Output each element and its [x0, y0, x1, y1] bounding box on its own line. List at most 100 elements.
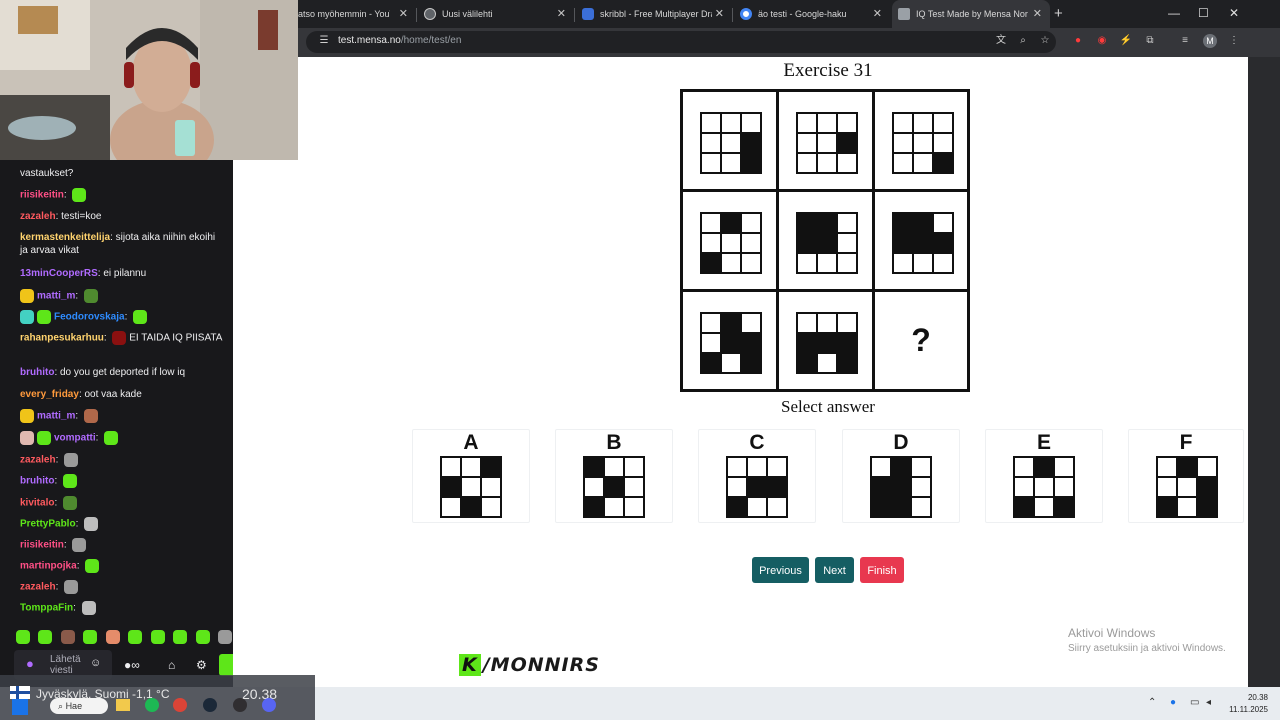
bookmark-star-icon[interactable]: ☆: [1038, 34, 1052, 48]
empty-square: [1015, 478, 1033, 496]
profile-avatar[interactable]: M: [1203, 34, 1217, 48]
emote-icon[interactable]: [16, 629, 30, 644]
browser-menu-icon[interactable]: ⋮: [1227, 34, 1241, 48]
close-tab-icon[interactable]: ✕: [715, 7, 724, 20]
extension-teal-icon[interactable]: ⚡: [1119, 34, 1133, 48]
close-tab-icon[interactable]: ✕: [873, 7, 882, 20]
close-window-icon[interactable]: ✕: [1229, 6, 1239, 20]
answer-option-a[interactable]: A: [412, 429, 530, 523]
tab-google-search[interactable]: äo testi - Google-haku ✕: [734, 0, 890, 28]
url-text[interactable]: test.mensa.no/home/test/en: [338, 35, 461, 46]
chat-username[interactable]: TomppaFin: [20, 603, 73, 614]
emote-icon[interactable]: [60, 629, 75, 644]
extension-red-icon[interactable]: ●: [1071, 34, 1085, 48]
empty-square: [912, 478, 930, 496]
obs-icon[interactable]: [233, 698, 247, 712]
answer-option-f[interactable]: F: [1128, 429, 1244, 523]
chat-username[interactable]: Feodorovskaja: [54, 312, 125, 323]
exercise-title: Exercise 31: [783, 60, 873, 81]
chat-username[interactable]: martinpojka: [20, 561, 77, 572]
windows-start-icon[interactable]: [12, 699, 28, 715]
network-icon[interactable]: ▭: [1190, 697, 1199, 708]
chat-message: riisikeitin:: [20, 188, 225, 202]
chrome-icon[interactable]: [173, 698, 187, 712]
empty-square: [722, 154, 740, 172]
microphone-icon[interactable]: ●: [1170, 697, 1176, 708]
chat-username[interactable]: zazaleh: [20, 211, 56, 222]
chat-message: Feodorovskaja:: [20, 310, 225, 324]
emote-icon[interactable]: [38, 629, 53, 644]
tab-skribbl[interactable]: skribbl - Free Multiplayer Drawing ✕: [576, 0, 732, 28]
frog-emote-icon: [104, 431, 119, 445]
discord-icon[interactable]: [262, 698, 276, 712]
chat-username[interactable]: zazaleh: [20, 455, 56, 466]
cat-emote-icon: [72, 538, 87, 552]
emote-icon[interactable]: [128, 629, 143, 644]
tab-youtube[interactable]: atso myöhemmin - YouTube ✕: [298, 0, 416, 28]
chat-username[interactable]: bruhito: [20, 367, 54, 378]
bits-icon[interactable]: ●∞: [124, 658, 140, 672]
chat-username[interactable]: every_friday: [20, 389, 79, 400]
emote-icon[interactable]: [150, 629, 165, 644]
next-button[interactable]: Next: [815, 557, 854, 583]
volume-icon[interactable]: ◂: [1206, 697, 1211, 708]
chat-send-button[interactable]: [219, 654, 233, 676]
spotify-icon[interactable]: [145, 698, 159, 712]
steam-icon[interactable]: [203, 698, 217, 712]
settings-gear-icon[interactable]: ⚙: [196, 658, 207, 672]
chat-username[interactable]: zazaleh: [20, 582, 56, 593]
tab-mensa-iq-test[interactable]: IQ Test Made by Mensa Norway ✕: [892, 0, 1050, 28]
mic-icon[interactable]: ●: [26, 656, 34, 671]
chat-username[interactable]: 13minCooperRS: [20, 268, 98, 279]
answer-option-b[interactable]: B: [555, 429, 673, 523]
chat-username[interactable]: matti_m: [37, 411, 75, 422]
chat-username[interactable]: vompatti: [54, 433, 96, 444]
answer-option-d[interactable]: D: [842, 429, 960, 523]
chat-username[interactable]: matti_m: [37, 291, 75, 302]
minimize-window-icon[interactable]: —: [1168, 6, 1180, 20]
chat-username[interactable]: kermastenkeittelija: [20, 232, 110, 243]
empty-square: [742, 314, 760, 332]
media-controls-icon[interactable]: ≡: [1178, 34, 1192, 48]
extensions-puzzle-icon[interactable]: ⧉: [1143, 34, 1157, 48]
translate-icon[interactable]: 文: [994, 34, 1008, 48]
taskbar-date[interactable]: 11.11.2025: [1214, 705, 1268, 714]
chat-username[interactable]: kivitalo: [20, 498, 54, 509]
maximize-window-icon[interactable]: ☐: [1198, 6, 1209, 20]
chat-username[interactable]: rahanpesukarhuu: [20, 333, 104, 344]
emote-icon[interactable]: [195, 629, 210, 644]
chat-username[interactable]: PrettyPablo: [20, 519, 76, 530]
close-tab-icon[interactable]: ✕: [1033, 7, 1042, 20]
empty-square: [798, 134, 816, 152]
close-tab-icon[interactable]: ✕: [399, 7, 408, 20]
site-info-icon[interactable]: ☰: [317, 34, 331, 48]
tray-chevron-up-icon[interactable]: ⌃: [1148, 697, 1156, 708]
chat-text: testi=koe: [61, 211, 102, 222]
emote-icon[interactable]: [83, 629, 98, 644]
extension-record-icon[interactable]: ◉: [1095, 34, 1109, 48]
globe-icon: [424, 8, 436, 20]
chat-username[interactable]: bruhito: [20, 476, 54, 487]
tab-title: atso myöhemmin - YouTube: [298, 9, 390, 19]
answer-option-e[interactable]: E: [985, 429, 1103, 523]
zoom-icon[interactable]: ⌕: [1016, 34, 1030, 48]
emote-icon[interactable]: [218, 629, 233, 644]
empty-square: [894, 114, 912, 132]
taskbar-search[interactable]: ⌕ Hae: [50, 698, 108, 714]
file-explorer-icon[interactable]: [116, 699, 130, 711]
taskbar-time[interactable]: 20.38: [1224, 693, 1268, 702]
close-tab-icon[interactable]: ✕: [557, 7, 566, 20]
emoji-icon[interactable]: ☺: [90, 657, 101, 669]
store-icon[interactable]: ⌂: [168, 658, 175, 672]
new-tab-plus-icon[interactable]: +: [1054, 5, 1063, 22]
chat-username[interactable]: riisikeitin: [20, 190, 64, 201]
previous-button[interactable]: Previous: [752, 557, 809, 583]
finish-button[interactable]: Finish: [860, 557, 904, 583]
emote-icon[interactable]: [173, 629, 188, 644]
emote-icon[interactable]: [105, 629, 120, 644]
chat-message: TomppaFin:: [20, 601, 225, 615]
chat-username[interactable]: riisikeitin: [20, 540, 64, 551]
filled-square: [798, 234, 816, 252]
tab-new-tab[interactable]: Uusi välilehti ✕: [418, 0, 574, 28]
answer-option-c[interactable]: C: [698, 429, 816, 523]
